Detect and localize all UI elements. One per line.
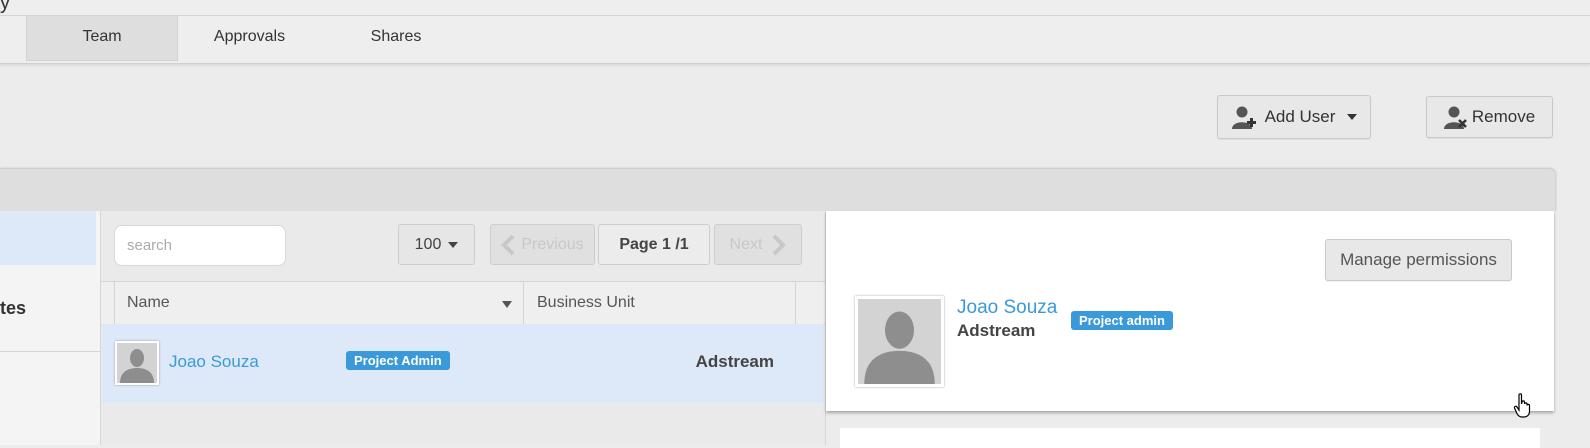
detail-user-name-link[interactable]: Joao Souza — [957, 297, 1057, 319]
previous-label: Previous — [521, 235, 584, 253]
detail-avatar — [855, 296, 944, 387]
chevron-right-icon — [773, 234, 787, 255]
chevron-down-icon — [448, 241, 459, 248]
remove-button[interactable]: Remove — [1426, 96, 1553, 138]
user-silhouette-icon — [864, 311, 935, 384]
user-name-link[interactable]: Joao Souza — [169, 352, 259, 372]
column-header-name[interactable]: Name — [114, 282, 524, 324]
user-detail-card: Manage permissions Joao Souza Adstream P… — [826, 211, 1554, 411]
page-indicator: Page 1 /1 — [598, 224, 710, 265]
search-input[interactable] — [114, 225, 286, 266]
remove-user-icon — [1443, 106, 1467, 129]
sort-down-icon — [502, 301, 512, 308]
tab-team[interactable]: Team — [26, 16, 178, 61]
top-strip — [0, 0, 1590, 16]
page-size-select[interactable]: 100 — [398, 224, 475, 265]
next-button[interactable]: Next — [714, 224, 802, 265]
add-user-button[interactable]: Add User — [1217, 95, 1371, 139]
next-label: Next — [729, 235, 763, 253]
remove-label: Remove — [1471, 107, 1536, 126]
previous-button[interactable]: Previous — [490, 224, 595, 265]
page-size-value: 100 — [414, 235, 442, 253]
chevron-left-icon — [501, 234, 515, 255]
divider — [0, 351, 100, 352]
table-header: Name Business Unit — [101, 281, 825, 325]
column-header-business-unit[interactable]: Business Unit — [524, 282, 796, 324]
detail-role-badge: Project admin — [1071, 311, 1173, 330]
user-silhouette-icon — [120, 349, 154, 383]
avatar — [115, 341, 159, 385]
tab-approvals[interactable]: Approvals — [177, 16, 322, 60]
column-divider — [114, 282, 115, 324]
column-header-name-label: Name — [127, 294, 170, 311]
detail-secondary-card — [840, 428, 1540, 448]
add-user-icon — [1231, 106, 1256, 129]
hand-cursor-icon — [1513, 393, 1531, 418]
left-nav-selected-item[interactable] — [0, 211, 96, 265]
tab-shares[interactable]: Shares — [322, 16, 470, 60]
add-user-label: Add User — [1264, 107, 1336, 126]
detail-company: Adstream — [957, 321, 1036, 340]
column-divider — [795, 282, 796, 324]
tab-bar: Team Approvals Shares — [0, 16, 1590, 64]
panel-header — [0, 168, 1555, 211]
table-row[interactable]: Joao Souza Project Admin Adstream — [102, 324, 824, 403]
app-title-fragment: y — [0, 0, 10, 14]
manage-permissions-button[interactable]: Manage permissions — [1325, 239, 1512, 281]
business-unit-cell: Adstream — [695, 352, 774, 371]
role-badge: Project Admin — [346, 351, 450, 370]
chevron-down-icon — [1347, 114, 1358, 120]
left-nav-item-label[interactable]: tes — [0, 298, 26, 319]
